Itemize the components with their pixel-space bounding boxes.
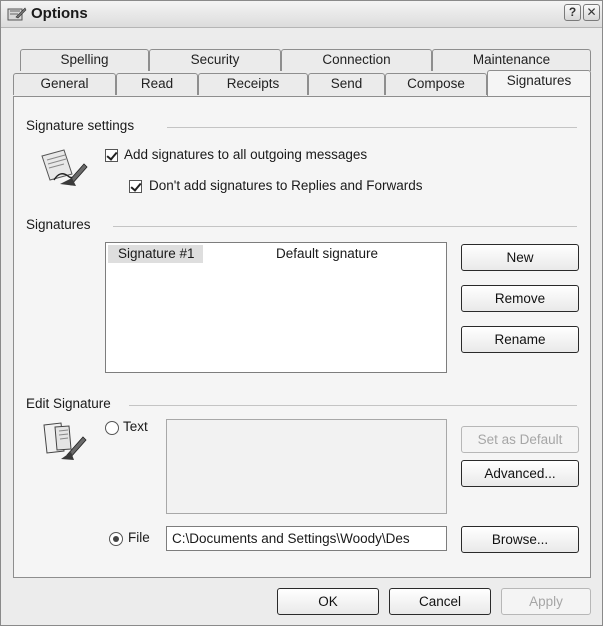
- tab-signatures[interactable]: Signatures: [487, 70, 591, 96]
- tab-send[interactable]: Send: [308, 73, 385, 95]
- text-radio[interactable]: [105, 421, 119, 435]
- tab-spelling[interactable]: Spelling: [20, 49, 149, 71]
- new-button[interactable]: New: [461, 244, 579, 271]
- close-button[interactable]: ✕: [583, 4, 600, 21]
- file-radio[interactable]: [109, 532, 123, 546]
- help-button[interactable]: ?: [564, 4, 581, 21]
- set-as-default-button[interactable]: Set as Default: [461, 426, 579, 453]
- tab-connection[interactable]: Connection: [281, 49, 432, 71]
- tab-maintenance[interactable]: Maintenance: [432, 49, 591, 71]
- file-radio-label: File: [128, 530, 150, 545]
- document-pen-icon: [43, 422, 87, 460]
- signature-name: Signature #1: [108, 245, 203, 263]
- edit-signature-heading: Edit Signature: [26, 396, 117, 411]
- add-signatures-label: Add signatures to all outgoing messages: [124, 147, 368, 162]
- signatures-heading: Signatures: [26, 217, 97, 232]
- signatures-list[interactable]: Signature #1 Default signature: [105, 242, 447, 373]
- options-dialog: Options ? ✕ Spelling Security Connection…: [0, 0, 603, 626]
- remove-button[interactable]: Remove: [461, 285, 579, 312]
- window-title: Options: [31, 5, 88, 22]
- tab-security[interactable]: Security: [149, 49, 281, 71]
- tab-receipts[interactable]: Receipts: [198, 73, 308, 95]
- apply-button[interactable]: Apply: [501, 588, 591, 615]
- signature-description: Default signature: [276, 246, 379, 261]
- signature-settings-divider: [167, 127, 577, 128]
- cancel-button[interactable]: Cancel: [389, 588, 491, 615]
- text-radio-label: Text: [123, 419, 148, 434]
- no-replies-checkbox[interactable]: [129, 180, 142, 193]
- no-replies-label: Don't add signatures to Replies and Forw…: [149, 178, 423, 193]
- tab-compose[interactable]: Compose: [385, 73, 487, 95]
- signature-text-area[interactable]: [166, 419, 447, 514]
- tab-general[interactable]: General: [13, 73, 116, 95]
- options-app-icon: [7, 7, 27, 21]
- signature-settings-heading: Signature settings: [26, 118, 141, 133]
- advanced-button[interactable]: Advanced...: [461, 460, 579, 487]
- tab-read[interactable]: Read: [116, 73, 198, 95]
- browse-button[interactable]: Browse...: [461, 526, 579, 553]
- add-signatures-checkbox[interactable]: [105, 149, 118, 162]
- signatures-divider: [113, 226, 577, 227]
- signature-file-path-input[interactable]: C:\Documents and Settings\Woody\Des: [166, 526, 447, 551]
- rename-button[interactable]: Rename: [461, 326, 579, 353]
- signature-pen-icon: [41, 149, 88, 186]
- edit-signature-divider: [129, 405, 577, 406]
- title-bar: Options ? ✕: [1, 1, 602, 28]
- ok-button[interactable]: OK: [277, 588, 379, 615]
- list-item[interactable]: Signature #1 Default signature: [108, 245, 444, 263]
